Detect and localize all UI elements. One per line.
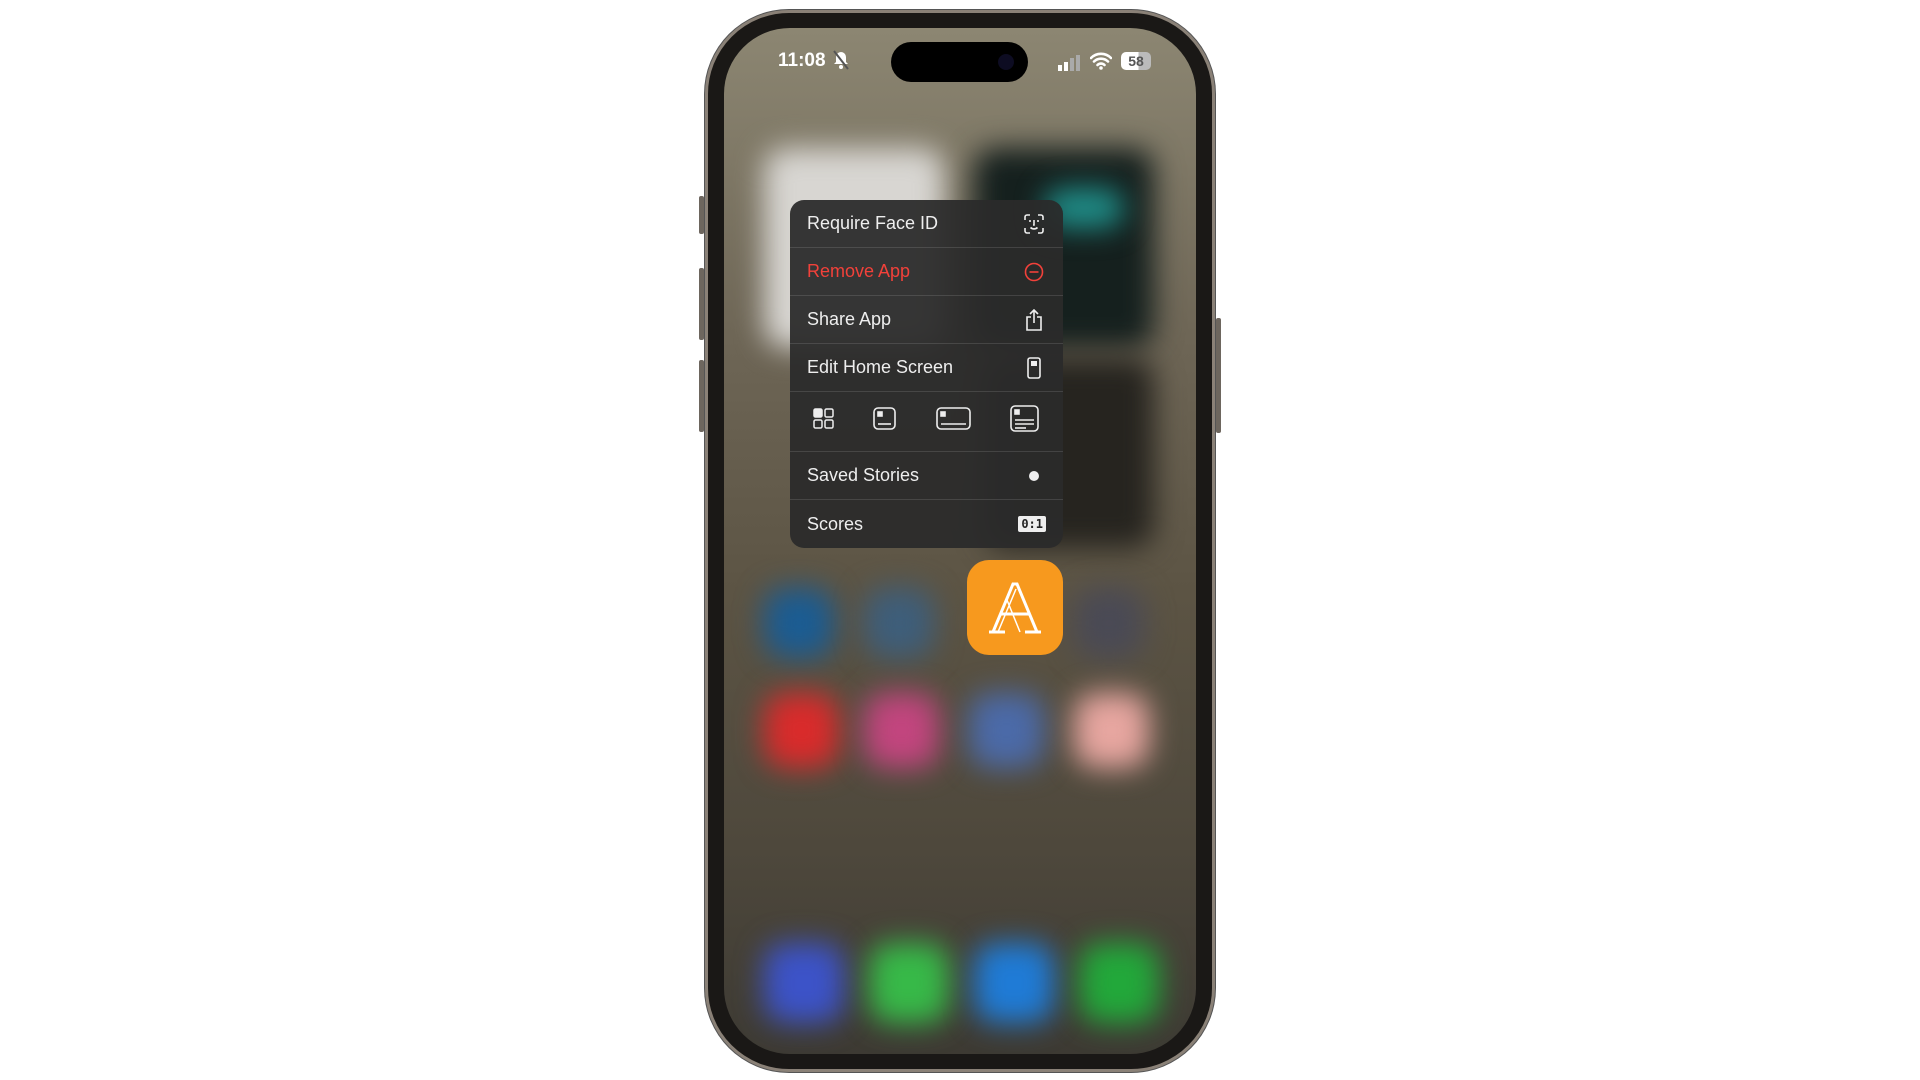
face-id-icon [1022, 212, 1046, 236]
menu-item-label: Share App [807, 309, 892, 329]
action-button [699, 196, 704, 234]
menu-item-edit-home-screen[interactable]: Edit Home Screen [790, 344, 1063, 392]
cellular-signal-icon [1058, 55, 1082, 77]
side-button [1216, 318, 1221, 433]
widget-size-picker [790, 392, 1063, 452]
menu-item-require-face-id[interactable]: Require Face ID [790, 200, 1063, 248]
widget-scores[interactable]: Scores 0:1 [790, 500, 1063, 548]
scoreboard-icon: 0:1 [1018, 516, 1046, 532]
menu-item-label: Remove App [807, 261, 911, 281]
menu-item-label: Require Face ID [807, 213, 939, 233]
context-menu: Require Face ID Remove App Share App Edi… [790, 200, 1063, 548]
wifi-icon [1089, 52, 1113, 76]
minus-circle-icon [1022, 260, 1046, 284]
camera-icon [998, 54, 1014, 70]
athletic-a-logo [989, 582, 1041, 633]
scoreboard-text: 0:1 [1021, 517, 1043, 531]
battery-level: 58 [1128, 53, 1144, 69]
menu-item-label: Edit Home Screen [807, 357, 954, 377]
menu-item-label: Scores [807, 513, 864, 534]
bell-slash-icon [832, 50, 850, 76]
menu-item-share-app[interactable]: Share App [790, 296, 1063, 344]
dynamic-island [891, 42, 1028, 82]
small-widget-button[interactable] [873, 407, 897, 436]
menu-item-label: Saved Stories [807, 465, 920, 485]
volume-up-button [699, 268, 704, 340]
battery-icon: 58 [1121, 52, 1151, 70]
medium-widget-button[interactable] [935, 407, 972, 436]
phone-apps-icon [1022, 356, 1046, 380]
volume-down-button [699, 360, 704, 432]
large-widget-button[interactable] [1010, 405, 1040, 438]
widget-saved-stories[interactable]: Saved Stories [790, 452, 1063, 500]
dot-icon [1022, 464, 1046, 488]
share-icon [1022, 308, 1046, 332]
menu-item-remove-app[interactable]: Remove App [790, 248, 1063, 296]
status-time: 11:08 [778, 50, 826, 71]
app-icon-size-button[interactable] [813, 408, 835, 435]
app-icon-the-athletic[interactable] [967, 560, 1063, 655]
